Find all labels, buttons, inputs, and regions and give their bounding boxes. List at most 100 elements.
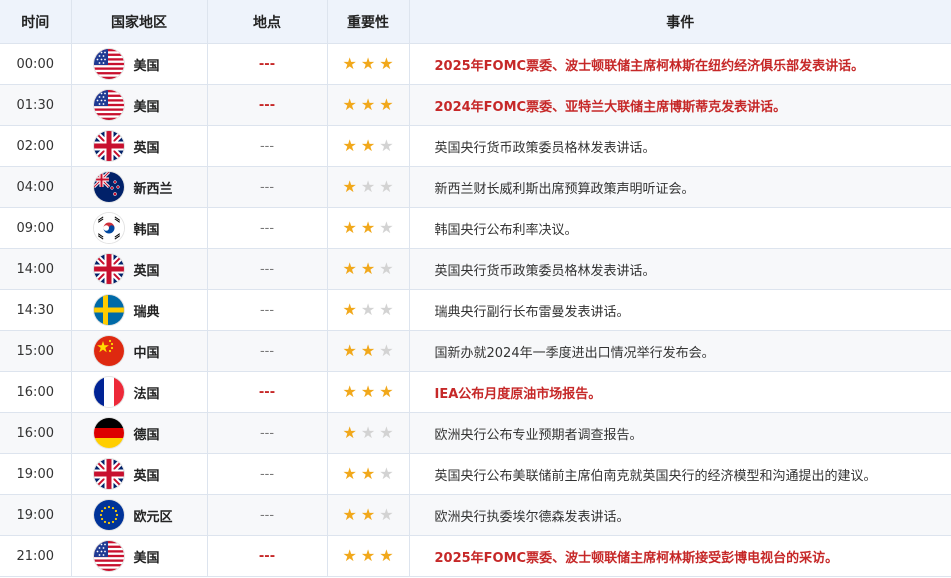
star-empty-icon: ★ [379, 504, 394, 524]
event-description: 英国央行货币政策委员格林发表讲话。 [408, 125, 951, 167]
country-name: 美国 [133, 99, 160, 115]
event-time: 21:00 [0, 535, 72, 577]
event-location: --- [206, 248, 328, 290]
event-description: 2025年FOMC票委、波士顿联储主席柯林斯在纽约经济俱乐部发表讲话。 [408, 43, 951, 85]
flag-us-icon [93, 90, 124, 120]
event-time: 14:30 [0, 289, 72, 331]
flag-cn-icon [93, 336, 124, 366]
country-cell: 瑞典 [70, 289, 208, 331]
event-time: 04:00 [0, 166, 72, 208]
country-name: 英国 [133, 140, 160, 156]
table-row[interactable]: 19:00 欧元区 --- ★ ★ ★ 欧洲央行执委埃尔德森发表讲话。 [0, 494, 951, 536]
event-location: --- [206, 494, 328, 536]
flag-uk-icon [93, 131, 124, 161]
country-cell: 韩国 [70, 207, 208, 249]
country-cell: 中国 [70, 330, 208, 372]
importance-rating: ★ ★ ★ [326, 412, 410, 454]
event-description: 瑞典央行副行长布雷曼发表讲话。 [408, 289, 951, 331]
star-filled-icon: ★ [342, 340, 357, 360]
star-filled-icon: ★ [342, 53, 357, 73]
star-filled-icon: ★ [342, 299, 357, 319]
flag-fr-icon [93, 377, 124, 407]
event-description: 英国央行货币政策委员格林发表讲话。 [408, 248, 951, 290]
event-time: 19:00 [0, 494, 72, 536]
star-empty-icon: ★ [360, 299, 376, 319]
star-empty-icon: ★ [360, 176, 376, 196]
table-row[interactable]: 16:00 德国 --- ★ ★ ★ 欧洲央行公布专业预期者调查报告。 [0, 412, 951, 454]
event-description: 2025年FOMC票委、波士顿联储主席柯林斯接受彭博电视台的采访。 [408, 535, 951, 577]
country-cell: 美国 [70, 535, 208, 577]
flag-se-icon [93, 295, 124, 325]
importance-rating: ★ ★ ★ [326, 330, 410, 372]
importance-rating: ★ ★ ★ [326, 207, 410, 249]
country-cell: 法国 [70, 371, 208, 413]
importance-rating: ★ ★ ★ [326, 453, 410, 495]
event-location: --- [206, 289, 328, 331]
flag-de-icon [93, 418, 124, 448]
event-location: --- [206, 535, 328, 577]
table-row[interactable]: 09:00 韩国 --- ★ ★ ★ 韩国央行公布利率决议。 [0, 207, 951, 249]
star-empty-icon: ★ [379, 422, 394, 442]
event-location: --- [206, 125, 328, 167]
star-filled-icon: ★ [342, 176, 357, 196]
table-row[interactable]: 04:00 新西兰 --- ★ ★ ★ 新西兰财长威利斯出席预算政策声明听证会。 [0, 166, 951, 208]
table-row[interactable]: 15:00 中国 --- ★ ★ ★ 国新办就2024年一季度进出口情况举行发布会。 [0, 330, 951, 372]
country-name: 美国 [133, 58, 160, 74]
table-row[interactable]: 16:00 法国 --- ★ ★ ★ IEA公布月度原油市场报告。 [0, 371, 951, 413]
star-empty-icon: ★ [379, 135, 394, 155]
header-event: 事件 [408, 0, 951, 44]
country-name: 英国 [133, 468, 160, 484]
star-empty-icon: ★ [379, 299, 394, 319]
flag-kr-icon [93, 213, 124, 243]
star-filled-icon: ★ [360, 258, 376, 278]
event-location: --- [206, 453, 328, 495]
importance-rating: ★ ★ ★ [326, 166, 410, 208]
star-filled-icon: ★ [379, 94, 394, 114]
star-empty-icon: ★ [379, 463, 394, 483]
table-row[interactable]: 19:00 英国 --- ★ ★ ★ 英国央行公布美联储前主席伯南克就英国央行的经济模型和沟… [0, 453, 951, 495]
flag-us-icon [93, 541, 124, 571]
importance-rating: ★ ★ ★ [326, 248, 410, 290]
star-empty-icon: ★ [379, 340, 394, 360]
table-row[interactable]: 02:00 英国 --- ★ ★ ★ 英国央行货币政策委员格林发表讲话。 [0, 125, 951, 167]
star-filled-icon: ★ [360, 545, 376, 565]
star-filled-icon: ★ [360, 340, 376, 360]
star-filled-icon: ★ [360, 504, 376, 524]
table-row[interactable]: 01:30 美国 --- ★ ★ ★ 2024年FOMC票委、亚特兰大联储主席博斯蒂克发表讲… [0, 84, 951, 126]
event-time: 15:00 [0, 330, 72, 372]
country-name: 英国 [133, 263, 160, 279]
country-name: 美国 [133, 550, 160, 566]
star-filled-icon: ★ [379, 545, 394, 565]
table-row[interactable]: 21:00 美国 --- ★ ★ ★ 2025年FOMC票委、波士顿联储主席柯林斯接受彭博电… [0, 535, 951, 577]
flag-us-icon [93, 49, 124, 79]
importance-rating: ★ ★ ★ [326, 84, 410, 126]
event-time: 16:00 [0, 371, 72, 413]
country-name: 新西兰 [133, 181, 173, 197]
event-description: 英国央行公布美联储前主席伯南克就英国央行的经济模型和沟通提出的建议。 [408, 453, 951, 495]
country-cell: 英国 [70, 125, 208, 167]
star-filled-icon: ★ [379, 53, 394, 73]
importance-rating: ★ ★ ★ [326, 535, 410, 577]
star-empty-icon: ★ [379, 176, 394, 196]
table-row[interactable]: 14:30 瑞典 --- ★ ★ ★ 瑞典央行副行长布雷曼发表讲话。 [0, 289, 951, 331]
star-filled-icon: ★ [342, 94, 357, 114]
event-time: 02:00 [0, 125, 72, 167]
importance-rating: ★ ★ ★ [326, 494, 410, 536]
country-cell: 美国 [70, 43, 208, 85]
country-cell: 新西兰 [70, 166, 208, 208]
star-filled-icon: ★ [360, 53, 376, 73]
event-description: 国新办就2024年一季度进出口情况举行发布会。 [408, 330, 951, 372]
event-time: 16:00 [0, 412, 72, 454]
table-row[interactable]: 00:00 美国 --- ★ ★ ★ 2025年FOMC票委、波士顿联储主席柯林斯在纽约经济… [0, 43, 951, 85]
flag-uk-icon [93, 459, 124, 489]
event-description: IEA公布月度原油市场报告。 [408, 371, 951, 413]
star-filled-icon: ★ [342, 545, 357, 565]
country-name: 中国 [133, 345, 160, 361]
event-description: 韩国央行公布利率决议。 [408, 207, 951, 249]
event-description: 欧洲央行公布专业预期者调查报告。 [408, 412, 951, 454]
table-row[interactable]: 14:00 英国 --- ★ ★ ★ 英国央行货币政策委员格林发表讲话。 [0, 248, 951, 290]
event-description: 新西兰财长威利斯出席预算政策声明听证会。 [408, 166, 951, 208]
star-filled-icon: ★ [360, 217, 376, 237]
flag-uk-icon [93, 254, 124, 284]
event-description: 欧洲央行执委埃尔德森发表讲话。 [408, 494, 951, 536]
